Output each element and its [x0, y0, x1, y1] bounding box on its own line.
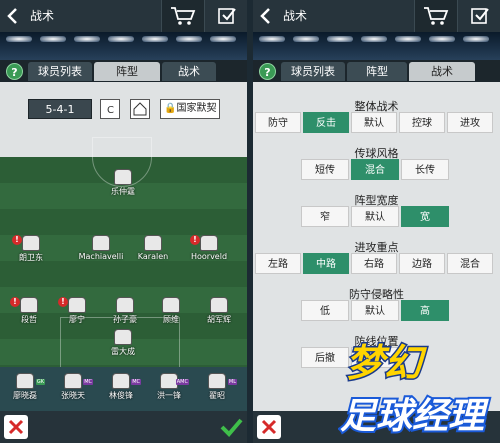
stadium-banner	[253, 32, 500, 60]
opt-aggression-0[interactable]: 低	[301, 300, 349, 321]
help-button[interactable]: ?	[6, 63, 23, 80]
checkbox-icon	[218, 8, 236, 24]
opt-focus-3[interactable]: 边路	[399, 253, 445, 274]
kit-icon[interactable]: C	[100, 99, 120, 119]
opt-width-2[interactable]: 宽	[401, 206, 449, 227]
opt-width-1[interactable]: 默认	[351, 206, 399, 227]
svg-text:C: C	[107, 105, 114, 116]
screen-title: 战术	[283, 9, 308, 23]
tab-formation[interactable]: 阵型	[94, 62, 160, 81]
tab-bar: ? 球员列表 阵型 战术	[0, 60, 247, 82]
bench-row: 廖晓磊 GK 张晓天 MC 林俊锋 MC 洪一锋 AMC 翟昭 ML	[0, 367, 247, 411]
confirm-button[interactable]	[219, 415, 243, 439]
tab-tactics[interactable]: 战术	[162, 62, 216, 81]
tab-player-list[interactable]: 球员列表	[28, 62, 92, 81]
player-token[interactable]: ! 廖宁	[54, 297, 100, 325]
bench-player[interactable]: 洪一锋 AMC	[146, 373, 192, 401]
cancel-button[interactable]	[257, 415, 281, 439]
back-arrow-icon[interactable]	[6, 8, 20, 24]
formation-select[interactable]: 5-4-1	[28, 99, 92, 119]
warning-icon: !	[190, 235, 200, 245]
player-token[interactable]: 孙子豪	[102, 297, 148, 325]
bottom-bar	[0, 411, 247, 443]
opt-passing-1[interactable]: 混合	[351, 159, 399, 180]
home-icon[interactable]	[130, 99, 150, 119]
bench-player[interactable]: 翟昭 ML	[194, 373, 240, 401]
shop-button[interactable]	[414, 0, 458, 32]
logo-line2: 足球经理	[340, 396, 489, 437]
opt-focus-0[interactable]: 左路	[255, 253, 301, 274]
national-default-label: 国家默契	[176, 103, 217, 114]
warning-icon: !	[58, 297, 68, 307]
logo-line1: 梦幻	[346, 341, 427, 385]
help-button[interactable]: ?	[259, 63, 276, 80]
bench-player[interactable]: 廖晓磊 GK	[2, 373, 48, 401]
opt-focus-2[interactable]: 右路	[351, 253, 397, 274]
lock-icon: 🔒	[164, 103, 177, 114]
stadium-banner	[0, 32, 247, 60]
opt-focus-4[interactable]: 混合	[447, 253, 493, 274]
opt-overall-4[interactable]: 进攻	[447, 112, 493, 133]
opt-overall-1[interactable]: 反击	[303, 112, 349, 133]
opt-overall-2[interactable]: 默认	[351, 112, 397, 133]
pitch: 乐仲霆 Machiavelli Karalen ! 朗卫东 ! Hoorveld !…	[0, 137, 247, 377]
confirm-top-button[interactable]	[460, 0, 500, 32]
national-default-button[interactable]: 🔒国家默契	[160, 99, 221, 119]
game-logo: 梦幻 足球经理	[338, 340, 491, 440]
tab-player-list[interactable]: 球员列表	[281, 62, 345, 81]
checkbox-icon	[471, 8, 489, 24]
opt-aggression-2[interactable]: 高	[401, 300, 449, 321]
cart-icon	[171, 7, 196, 25]
player-token[interactable]: ! 朗卫东	[8, 235, 54, 263]
opt-aggression-1[interactable]: 默认	[351, 300, 399, 321]
player-token[interactable]: Karalen	[130, 235, 176, 261]
player-token[interactable]: 乐仲霆	[100, 169, 146, 197]
bench-player[interactable]: 张晓天 MC	[50, 373, 96, 401]
opt-overall-0[interactable]: 防守	[255, 112, 301, 133]
close-icon	[8, 419, 24, 435]
player-token[interactable]: ! Hoorveld	[186, 235, 232, 261]
screen-title: 战术	[30, 9, 55, 23]
tab-tactics[interactable]: 战术	[409, 62, 475, 81]
bench-player[interactable]: 林俊锋 MC	[98, 373, 144, 401]
player-token[interactable]: Machiavelli	[78, 235, 124, 261]
opt-focus-1[interactable]: 中路	[303, 253, 349, 274]
close-icon	[261, 419, 277, 435]
check-icon	[220, 418, 243, 437]
cart-icon	[424, 7, 449, 25]
warning-icon: !	[10, 297, 20, 307]
formation-screen: 战术 ? 球员列表 阵型 战术 5-4-1 C 🔒国家默契 乐仲霆 Machia…	[0, 0, 247, 443]
player-token[interactable]: 顾维	[148, 297, 194, 325]
opt-passing-0[interactable]: 短传	[301, 159, 349, 180]
top-bar: 战术	[0, 0, 247, 32]
back-arrow-icon[interactable]	[259, 8, 273, 24]
player-token[interactable]: 雷大成	[100, 329, 146, 357]
player-token[interactable]: ! 段哲	[6, 297, 52, 325]
top-bar: 战术	[253, 0, 500, 32]
tab-bar: ? 球员列表 阵型 战术	[253, 60, 500, 82]
opt-passing-2[interactable]: 长传	[401, 159, 449, 180]
opt-width-0[interactable]: 窄	[301, 206, 349, 227]
cancel-button[interactable]	[4, 415, 28, 439]
warning-icon: !	[12, 235, 22, 245]
confirm-top-button[interactable]	[207, 0, 247, 32]
opt-overall-3[interactable]: 控球	[399, 112, 445, 133]
player-token[interactable]: 胡军辉	[196, 297, 242, 325]
shop-button[interactable]	[161, 0, 205, 32]
tab-formation[interactable]: 阵型	[347, 62, 407, 81]
